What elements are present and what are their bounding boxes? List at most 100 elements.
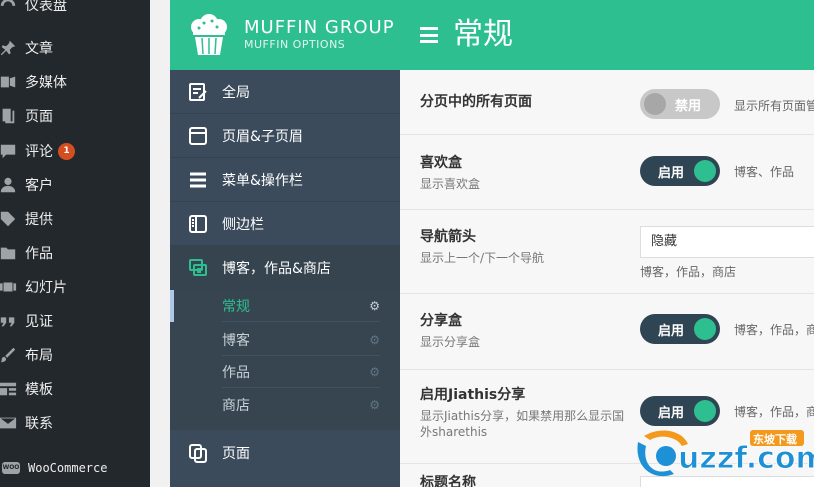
watermark-tag: 东坡下载 [753, 432, 797, 446]
setting-row-like-box: 喜欢盒 显示喜欢盒 启用 博客、作品 [400, 135, 814, 210]
brush-icon [0, 344, 19, 366]
sub-item-shop[interactable]: 商店 ⚙ [222, 389, 380, 421]
wp-menu-label: 仪表盘 [25, 0, 67, 14]
main-content: 常规 分页中的所有页面 禁用 显示所有页面管 喜欢盒 显示喜欢盒 启用 博客、作… [400, 0, 814, 487]
sub-item-label: 博客 [222, 332, 250, 349]
page-icon [0, 105, 19, 127]
setting-row-pagination: 分页中的所有页面 禁用 显示所有页面管 [400, 70, 814, 135]
brand-subtitle: MUFFIN OPTIONS [244, 38, 346, 51]
setting-hint: 博客，作品，商店 [640, 265, 737, 279]
sidebar-icon [188, 214, 208, 234]
toggle-knob [644, 93, 666, 115]
wp-menu-portfolio[interactable]: 作品 [0, 238, 150, 268]
wp-menu-label: 布局 [25, 348, 53, 364]
toggle-label: 启用 [658, 165, 685, 181]
toggle-knob [694, 160, 716, 182]
muffin-icon [191, 14, 227, 55]
sub-item-label: 商店 [222, 398, 250, 414]
wp-menu-label: 提供 [25, 212, 53, 228]
nav-arrows-select[interactable]: 隐藏 [640, 226, 814, 258]
wp-menu-media[interactable]: 多媒体 [0, 67, 150, 97]
muffin-options-nav: MUFFIN GROUP MUFFIN OPTIONS 全局 页眉&子页眉 菜单… [170, 0, 400, 487]
slides-icon [0, 276, 19, 298]
wp-menu-slides[interactable]: 幻灯片 [0, 272, 150, 302]
wp-menu-templates[interactable]: 模板 [0, 374, 150, 404]
wp-menu-layout[interactable]: 布局 [0, 340, 150, 370]
toggle-switch[interactable]: 禁用 [640, 89, 720, 119]
nav-item-label: 博客，作品&商店 [222, 260, 331, 277]
setting-desc: 显示分享盒 [420, 335, 481, 349]
edit-icon [188, 82, 208, 102]
toggle-switch[interactable]: 启用 [640, 314, 720, 344]
tag-icon [0, 208, 19, 230]
wp-menu-pages[interactable]: 页面 [0, 101, 150, 131]
setting-label: 分享盒 [420, 313, 462, 329]
toggle-label: 禁用 [675, 98, 702, 114]
sub-item-general[interactable]: 常规 ⚙ [222, 290, 380, 322]
gear-icon: ⚙ [369, 298, 380, 313]
setting-hint: 博客，作品，商 [734, 405, 814, 419]
wp-admin-sidebar: 仪表盘 文章 多媒体 页面 评论 1 客户 提供 作品 幻灯片 见证 布局 模板… [0, 0, 150, 487]
gear-icon: ⚙ [369, 332, 380, 347]
wp-menu-label: 多媒体 [25, 75, 67, 91]
nav-item-label: 页面 [222, 446, 250, 462]
menu-icon [188, 170, 208, 190]
comment-count-badge: 1 [58, 142, 75, 160]
nav-item-label: 页眉&子页眉 [222, 128, 303, 145]
setting-label: 标题名称 [420, 475, 476, 487]
nav-item-global[interactable]: 全局 [170, 70, 400, 114]
sub-item-label: 作品 [222, 364, 250, 381]
wp-menu-woocommerce[interactable]: WOO WooCommerce [0, 453, 150, 483]
nav-item-label: 侧边栏 [222, 216, 264, 233]
nav-item-menu[interactable]: 菜单&操作栏 [170, 158, 400, 202]
quote-icon [0, 310, 19, 332]
wp-menu-label: 作品 [25, 246, 53, 262]
comment-icon [0, 140, 19, 162]
sub-menu: 常规 ⚙ 博客 ⚙ 作品 ⚙ 商店 ⚙ [170, 290, 400, 430]
dashboard-icon [0, 0, 19, 16]
wp-menu-posts[interactable]: 文章 [0, 33, 150, 63]
watermark-text: uzzf.com [678, 441, 814, 476]
nav-item-pages[interactable]: 页面 [170, 431, 400, 475]
hamburger-icon[interactable] [420, 27, 438, 43]
brand-title: MUFFIN GROUP [244, 17, 395, 38]
pin-icon [0, 37, 19, 59]
nav-item-label: 全局 [222, 84, 250, 101]
setting-desc: 显示上一个/下一个导航 [420, 251, 545, 265]
uzzf-watermark-logo: uzzf.com 东坡下载 [637, 430, 814, 477]
wp-menu-label: 见证 [25, 314, 53, 330]
sub-item-blog[interactable]: 博客 ⚙ [222, 324, 380, 356]
setting-row-nav-arrows: 导航箭头 显示上一个/下一个导航 隐藏 博客，作品，商店 [400, 210, 814, 294]
gear-icon: ⚙ [369, 398, 380, 412]
mail-icon [0, 412, 19, 434]
muffin-logo: MUFFIN GROUP MUFFIN OPTIONS [170, 0, 400, 70]
wp-menu-comments[interactable]: 评论 1 [0, 136, 150, 166]
sub-item-label: 常规 [222, 298, 250, 315]
wp-menu-dashboard[interactable]: 仪表盘 [0, 0, 150, 20]
toggle-switch[interactable]: 启用 [640, 156, 720, 186]
nav-item-header[interactable]: 页眉&子页眉 [170, 114, 400, 158]
page-header: 常规 [400, 0, 814, 70]
wp-menu-label: 页面 [25, 109, 53, 125]
nav-item-label: 菜单&操作栏 [222, 172, 303, 189]
wp-menu-label: 客户 [25, 178, 53, 194]
wp-menu-label: 评论 [25, 144, 53, 160]
wp-menu-testimonials[interactable]: 见证 [0, 306, 150, 336]
nav-item-blog-portfolio-shop[interactable]: 博客，作品&商店 [170, 246, 400, 290]
user-icon [0, 174, 19, 196]
template-icon [0, 378, 19, 400]
setting-desc: 显示喜欢盒 [420, 177, 481, 191]
nav-item-sidebar[interactable]: 侧边栏 [170, 202, 400, 246]
setting-hint: 博客、作品 [734, 165, 795, 179]
setting-label: 导航箭头 [420, 229, 476, 245]
setting-hint: 博客，作品，商 [734, 323, 814, 337]
setting-row-share-box: 分享盒 显示分享盒 启用 博客，作品，商 [400, 294, 814, 370]
window-icon [188, 126, 208, 146]
setting-label: 启用Jiathis分享 [420, 387, 526, 403]
wp-menu-contact[interactable]: 联系 [0, 408, 150, 438]
wp-menu-offer[interactable]: 提供 [0, 204, 150, 234]
wp-menu-label: 联系 [25, 416, 53, 432]
wp-menu-clients[interactable]: 客户 [0, 170, 150, 200]
sub-item-portfolio[interactable]: 作品 ⚙ [222, 356, 380, 388]
wp-menu-label: 文章 [25, 41, 53, 57]
